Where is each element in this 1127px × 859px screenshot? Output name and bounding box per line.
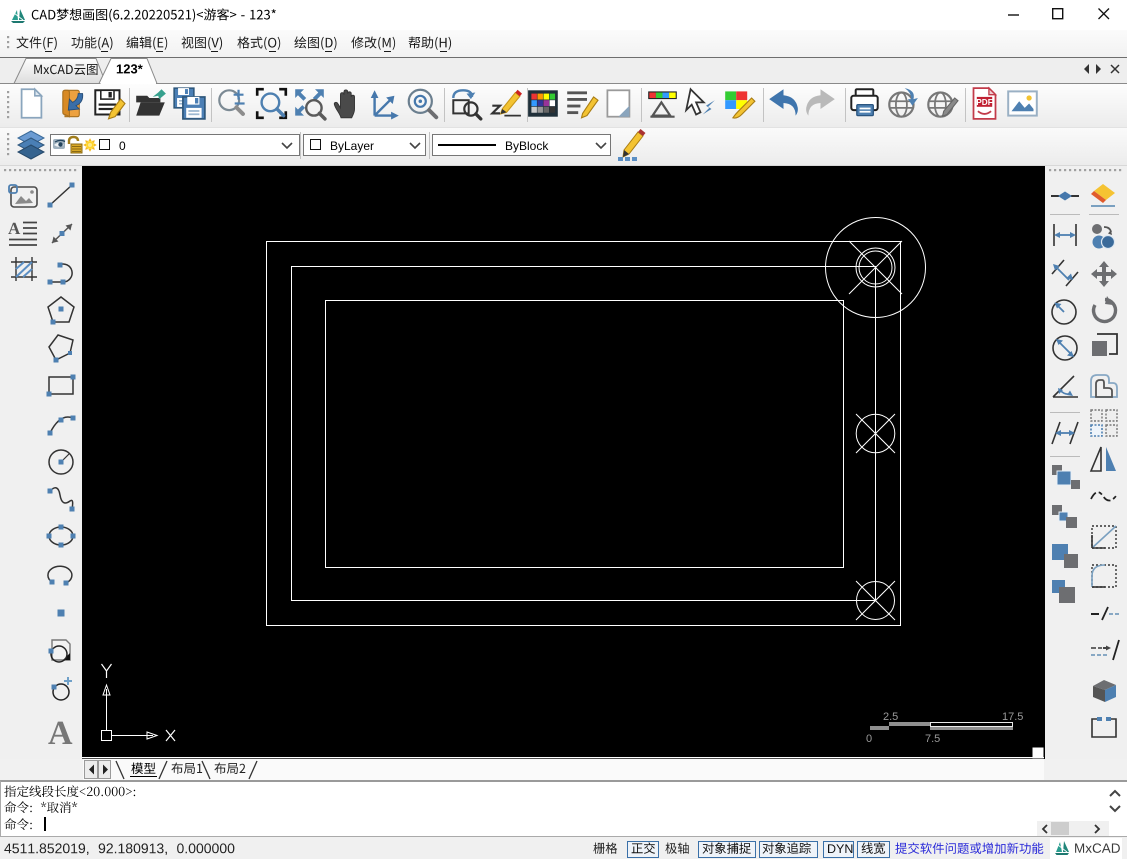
svg-text:2.5: 2.5 [883, 711, 898, 723]
svg-text:17.5: 17.5 [1002, 711, 1023, 723]
svg-text:PDF: PDF [976, 98, 993, 107]
svg-text:7.5: 7.5 [925, 733, 940, 745]
svg-text:0: 0 [866, 733, 872, 745]
